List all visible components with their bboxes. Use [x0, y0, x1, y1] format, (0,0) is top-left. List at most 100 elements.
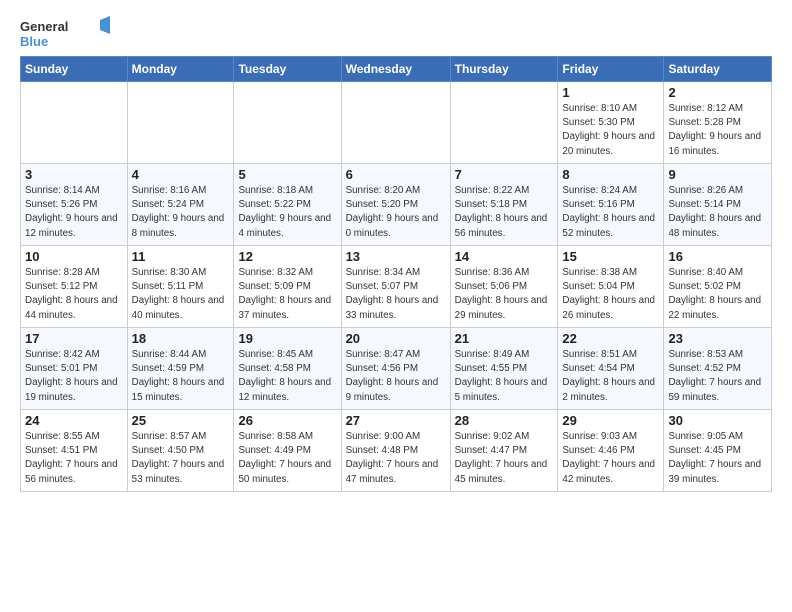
- weekday-header-tuesday: Tuesday: [234, 57, 341, 82]
- day-detail: Sunrise: 9:02 AMSunset: 4:47 PMDaylight:…: [455, 430, 554, 487]
- day-detail: Sunrise: 8:40 AMSunset: 5:02 PMDaylight:…: [668, 266, 767, 323]
- day-detail: Sunrise: 9:05 AMSunset: 4:45 PMDaylight:…: [668, 430, 767, 487]
- weekday-header-row: SundayMondayTuesdayWednesdayThursdayFrid…: [21, 57, 772, 82]
- day-detail: Sunrise: 8:51 AMSunset: 4:54 PMDaylight:…: [562, 348, 659, 405]
- day-detail: Sunrise: 8:47 AMSunset: 4:56 PMDaylight:…: [346, 348, 446, 405]
- calendar-cell: [341, 82, 450, 164]
- day-detail: Sunrise: 8:18 AMSunset: 5:22 PMDaylight:…: [238, 184, 336, 241]
- day-number: 12: [238, 249, 336, 264]
- day-detail: Sunrise: 8:12 AMSunset: 5:28 PMDaylight:…: [668, 102, 767, 159]
- calendar-cell: 14 Sunrise: 8:36 AMSunset: 5:06 PMDayligh…: [450, 246, 558, 328]
- day-detail: Sunrise: 8:28 AMSunset: 5:12 PMDaylight:…: [25, 266, 123, 323]
- day-detail: Sunrise: 8:34 AMSunset: 5:07 PMDaylight:…: [346, 266, 446, 323]
- calendar-cell: 3 Sunrise: 8:14 AMSunset: 5:26 PMDaylight…: [21, 164, 128, 246]
- svg-text:Blue: Blue: [20, 34, 48, 49]
- calendar-cell: 25 Sunrise: 8:57 AMSunset: 4:50 PMDayligh…: [127, 410, 234, 492]
- day-detail: Sunrise: 8:32 AMSunset: 5:09 PMDaylight:…: [238, 266, 336, 323]
- day-detail: Sunrise: 8:38 AMSunset: 5:04 PMDaylight:…: [562, 266, 659, 323]
- weekday-header-saturday: Saturday: [664, 57, 772, 82]
- logo: General Blue: [20, 16, 110, 52]
- day-number: 29: [562, 413, 659, 428]
- day-number: 26: [238, 413, 336, 428]
- logo-svg: General Blue: [20, 16, 110, 52]
- day-number: 25: [132, 413, 230, 428]
- day-number: 3: [25, 167, 123, 182]
- day-detail: Sunrise: 8:53 AMSunset: 4:52 PMDaylight:…: [668, 348, 767, 405]
- calendar-cell: 9 Sunrise: 8:26 AMSunset: 5:14 PMDaylight…: [664, 164, 772, 246]
- svg-text:General: General: [20, 19, 68, 34]
- calendar-cell: [127, 82, 234, 164]
- calendar-cell: 2 Sunrise: 8:12 AMSunset: 5:28 PMDaylight…: [664, 82, 772, 164]
- day-number: 13: [346, 249, 446, 264]
- day-detail: Sunrise: 8:16 AMSunset: 5:24 PMDaylight:…: [132, 184, 230, 241]
- calendar-cell: 28Sunrise: 9:02 AMSunset: 4:47 PMDayligh…: [450, 410, 558, 492]
- day-number: 20: [346, 331, 446, 346]
- calendar-cell: 6Sunrise: 8:20 AMSunset: 5:20 PMDaylight…: [341, 164, 450, 246]
- day-number: 17: [25, 331, 123, 346]
- week-row-1: 1 Sunrise: 8:10 AMSunset: 5:30 PMDaylight…: [21, 82, 772, 164]
- day-number: 2: [668, 85, 767, 100]
- calendar-cell: 26 Sunrise: 8:58 AMSunset: 4:49 PMDayligh…: [234, 410, 341, 492]
- calendar-cell: 16 Sunrise: 8:40 AMSunset: 5:02 PMDayligh…: [664, 246, 772, 328]
- day-number: 22: [562, 331, 659, 346]
- day-number: 1: [562, 85, 659, 100]
- day-number: 24: [25, 413, 123, 428]
- calendar-cell: 13 Sunrise: 8:34 AMSunset: 5:07 PMDayligh…: [341, 246, 450, 328]
- calendar-cell: 7 Sunrise: 8:22 AMSunset: 5:18 PMDaylight…: [450, 164, 558, 246]
- calendar-cell: 8 Sunrise: 8:24 AMSunset: 5:16 PMDaylight…: [558, 164, 664, 246]
- calendar-cell: 27Sunrise: 9:00 AMSunset: 4:48 PMDayligh…: [341, 410, 450, 492]
- calendar-table: SundayMondayTuesdayWednesdayThursdayFrid…: [20, 56, 772, 492]
- day-number: 8: [562, 167, 659, 182]
- day-number: 30: [668, 413, 767, 428]
- calendar-cell: 18 Sunrise: 8:44 AMSunset: 4:59 PMDayligh…: [127, 328, 234, 410]
- day-detail: Sunrise: 9:00 AMSunset: 4:48 PMDaylight:…: [346, 430, 446, 487]
- day-number: 11: [132, 249, 230, 264]
- day-detail: Sunrise: 8:30 AMSunset: 5:11 PMDaylight:…: [132, 266, 230, 323]
- day-detail: Sunrise: 8:42 AMSunset: 5:01 PMDaylight:…: [25, 348, 123, 405]
- week-row-3: 10 Sunrise: 8:28 AMSunset: 5:12 PMDayligh…: [21, 246, 772, 328]
- header: General Blue: [20, 16, 772, 52]
- calendar-cell: 20 Sunrise: 8:47 AMSunset: 4:56 PMDayligh…: [341, 328, 450, 410]
- calendar-cell: [450, 82, 558, 164]
- calendar-cell: 21 Sunrise: 8:49 AMSunset: 4:55 PMDayligh…: [450, 328, 558, 410]
- day-number: 15: [562, 249, 659, 264]
- week-row-4: 17 Sunrise: 8:42 AMSunset: 5:01 PMDayligh…: [21, 328, 772, 410]
- calendar-cell: 23 Sunrise: 8:53 AMSunset: 4:52 PMDayligh…: [664, 328, 772, 410]
- day-number: 4: [132, 167, 230, 182]
- day-detail: Sunrise: 8:26 AMSunset: 5:14 PMDaylight:…: [668, 184, 767, 241]
- calendar-cell: 1 Sunrise: 8:10 AMSunset: 5:30 PMDaylight…: [558, 82, 664, 164]
- calendar-cell: 15 Sunrise: 8:38 AMSunset: 5:04 PMDayligh…: [558, 246, 664, 328]
- calendar-cell: [234, 82, 341, 164]
- calendar-cell: 24 Sunrise: 8:55 AMSunset: 4:51 PMDayligh…: [21, 410, 128, 492]
- calendar-cell: 17 Sunrise: 8:42 AMSunset: 5:01 PMDayligh…: [21, 328, 128, 410]
- weekday-header-thursday: Thursday: [450, 57, 558, 82]
- day-detail: Sunrise: 8:10 AMSunset: 5:30 PMDaylight:…: [562, 102, 659, 159]
- day-number: 21: [455, 331, 554, 346]
- day-number: 5: [238, 167, 336, 182]
- day-number: 7: [455, 167, 554, 182]
- weekday-header-friday: Friday: [558, 57, 664, 82]
- week-row-5: 24 Sunrise: 8:55 AMSunset: 4:51 PMDayligh…: [21, 410, 772, 492]
- day-detail: Sunrise: 8:55 AMSunset: 4:51 PMDaylight:…: [25, 430, 123, 487]
- week-row-2: 3 Sunrise: 8:14 AMSunset: 5:26 PMDaylight…: [21, 164, 772, 246]
- day-number: 14: [455, 249, 554, 264]
- day-number: 23: [668, 331, 767, 346]
- day-detail: Sunrise: 8:14 AMSunset: 5:26 PMDaylight:…: [25, 184, 123, 241]
- calendar-cell: 22 Sunrise: 8:51 AMSunset: 4:54 PMDayligh…: [558, 328, 664, 410]
- weekday-header-wednesday: Wednesday: [341, 57, 450, 82]
- day-detail: Sunrise: 8:22 AMSunset: 5:18 PMDaylight:…: [455, 184, 554, 241]
- day-detail: Sunrise: 8:45 AMSunset: 4:58 PMDaylight:…: [238, 348, 336, 405]
- day-detail: Sunrise: 8:24 AMSunset: 5:16 PMDaylight:…: [562, 184, 659, 241]
- calendar-cell: 19Sunrise: 8:45 AMSunset: 4:58 PMDayligh…: [234, 328, 341, 410]
- calendar-cell: 29Sunrise: 9:03 AMSunset: 4:46 PMDayligh…: [558, 410, 664, 492]
- page: General Blue SundayMondayTuesdayWednesda…: [0, 0, 792, 502]
- day-number: 10: [25, 249, 123, 264]
- day-detail: Sunrise: 8:57 AMSunset: 4:50 PMDaylight:…: [132, 430, 230, 487]
- day-number: 9: [668, 167, 767, 182]
- day-detail: Sunrise: 8:49 AMSunset: 4:55 PMDaylight:…: [455, 348, 554, 405]
- day-detail: Sunrise: 8:58 AMSunset: 4:49 PMDaylight:…: [238, 430, 336, 487]
- day-detail: Sunrise: 8:44 AMSunset: 4:59 PMDaylight:…: [132, 348, 230, 405]
- day-number: 18: [132, 331, 230, 346]
- day-number: 16: [668, 249, 767, 264]
- day-detail: Sunrise: 8:36 AMSunset: 5:06 PMDaylight:…: [455, 266, 554, 323]
